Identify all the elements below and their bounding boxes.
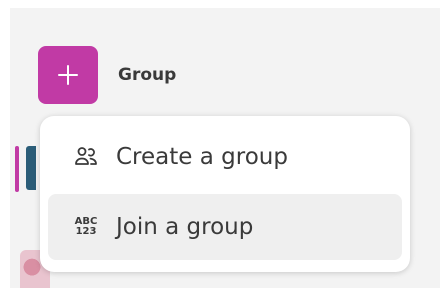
- users-icon: [74, 143, 108, 171]
- app-stage: Group Create a group ABC 123 Join a grou…: [0, 0, 440, 288]
- plus-icon: [58, 65, 78, 85]
- group-label: Group: [118, 65, 177, 85]
- add-group-button[interactable]: [38, 46, 98, 104]
- menu-item-join-group[interactable]: ABC 123 Join a group: [48, 194, 402, 260]
- abc-icon-bottom: 123: [75, 226, 97, 237]
- abc-123-icon: ABC 123: [74, 213, 108, 241]
- active-indicator: [15, 146, 19, 192]
- menu-item-label: Create a group: [116, 144, 288, 170]
- menu-item-create-group[interactable]: Create a group: [48, 124, 402, 190]
- sidebar-item-partial[interactable]: [26, 146, 36, 190]
- group-dropdown-menu: Create a group ABC 123 Join a group: [40, 116, 410, 272]
- menu-item-label: Join a group: [116, 214, 254, 240]
